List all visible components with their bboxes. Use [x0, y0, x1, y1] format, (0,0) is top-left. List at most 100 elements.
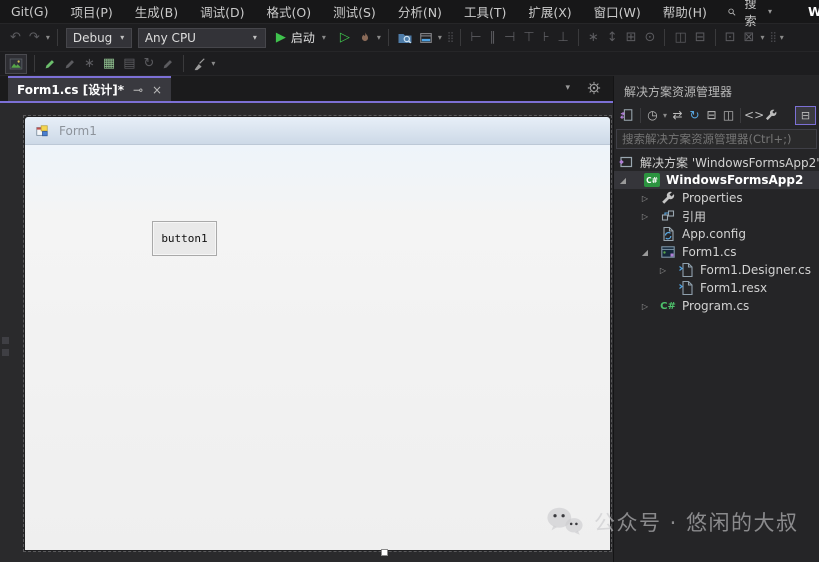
toolbar-grip[interactable]: ⣿: [766, 32, 777, 43]
chevron-down-icon: ▾: [252, 33, 257, 42]
folder-view-toggle[interactable]: ⊟: [795, 105, 816, 125]
designer-canvas[interactable]: Form1 button1: [0, 103, 613, 562]
menu-window[interactable]: 窗口(W): [583, 0, 652, 24]
export-grid-icon[interactable]: ▤: [119, 57, 139, 70]
undo-icon[interactable]: ↶: [6, 31, 25, 44]
broom-icon[interactable]: [192, 57, 206, 71]
solution-search-input[interactable]: [617, 132, 816, 146]
toolbar-overflow-icon[interactable]: ▾: [778, 33, 786, 42]
tree-item-references[interactable]: ▷ 引用: [614, 207, 819, 225]
expander-icon[interactable]: ▷: [638, 212, 652, 221]
sync-with-active-document-icon[interactable]: [620, 108, 634, 122]
menu-extensions[interactable]: 扩展(X): [517, 0, 582, 24]
menu-help[interactable]: 帮助(H): [652, 0, 718, 24]
vertical-spacing-icon[interactable]: ⊟: [691, 31, 710, 44]
splitter-grip[interactable]: [2, 349, 9, 356]
expander-icon[interactable]: ▷: [656, 266, 670, 275]
main-area: Form1.cs [设计]* ⊸ × ▾ Form1 button1 解决方案资…: [0, 76, 819, 562]
hot-reload-icon[interactable]: [358, 31, 372, 45]
designer-button1[interactable]: button1: [152, 221, 217, 256]
chevron-down-icon: ▾: [767, 7, 772, 16]
expander-icon[interactable]: ◢: [638, 248, 652, 257]
platform-dropdown[interactable]: Any CPU ▾: [137, 27, 266, 48]
expander-icon[interactable]: ▷: [638, 194, 652, 203]
expander-icon[interactable]: ◢: [616, 176, 630, 185]
align-tops-icon[interactable]: ⊤: [519, 31, 538, 44]
align-centers-icon[interactable]: ∥: [486, 31, 501, 44]
live-edit-pen-icon[interactable]: [43, 57, 57, 71]
play-icon: ▶: [275, 30, 286, 45]
refresh-icon[interactable]: ↻: [686, 109, 703, 121]
burst-icon[interactable]: ∗: [80, 57, 99, 70]
form-resize-handle[interactable]: [381, 549, 388, 556]
menu-format[interactable]: 格式(O): [256, 0, 323, 24]
splitter-grip[interactable]: [2, 337, 9, 344]
make-same-height-icon[interactable]: ↕: [603, 31, 622, 44]
toolbar-grip[interactable]: ⣿: [444, 32, 455, 43]
toolbar-overflow-icon[interactable]: ▾: [209, 59, 217, 68]
gear-icon[interactable]: [587, 81, 601, 95]
align-rights-icon[interactable]: ⊣: [500, 31, 519, 44]
close-icon[interactable]: ×: [152, 83, 162, 97]
filter-dropdown-icon[interactable]: ▾: [661, 111, 669, 120]
redo-icon[interactable]: ↷: [25, 31, 44, 44]
solution-search-box[interactable]: [616, 129, 817, 149]
solution-window-icon[interactable]: [419, 31, 433, 45]
tree-item-programcs[interactable]: ▷ C# Program.cs: [614, 297, 819, 315]
show-all-files-icon[interactable]: <>: [744, 109, 764, 121]
align-bottoms-icon[interactable]: ⊥: [553, 31, 572, 44]
toolbar-overflow-icon[interactable]: ▾: [758, 33, 766, 42]
start-debugging-button[interactable]: ▶ 启动 ▾: [269, 27, 335, 49]
designed-form[interactable]: Form1 button1: [25, 117, 610, 550]
align-lefts-icon[interactable]: ⊢: [466, 31, 485, 44]
send-to-back-icon[interactable]: ⊠: [740, 31, 759, 44]
edit-pen-icon[interactable]: [63, 57, 77, 71]
menu-git[interactable]: Git(G): [0, 1, 60, 22]
configuration-dropdown[interactable]: Debug ▾: [65, 27, 132, 48]
tree-item-project[interactable]: ◢ C# WindowsFormsApp2: [614, 171, 819, 189]
collapse-all-icon[interactable]: ⊟: [703, 109, 720, 121]
horizontal-spacing-icon[interactable]: ◫: [670, 31, 690, 44]
find-in-files-icon[interactable]: [397, 30, 413, 46]
panel-title: 解决方案资源管理器: [624, 85, 733, 99]
run-grid-icon[interactable]: ▦: [99, 57, 119, 70]
menu-test[interactable]: 测试(S): [322, 0, 387, 24]
menu-build[interactable]: 生成(B): [124, 0, 189, 24]
divider: [387, 29, 389, 46]
pin-icon[interactable]: ⊸: [133, 83, 143, 97]
locked-pen-icon[interactable]: [161, 57, 175, 71]
pending-changes-filter-icon[interactable]: ◷: [644, 109, 661, 121]
properties-wrench-icon[interactable]: [764, 108, 778, 122]
preview-selected-items-icon[interactable]: ◫: [720, 109, 737, 121]
hot-reload-dropdown-icon[interactable]: ▾: [375, 33, 383, 42]
image-tool-button[interactable]: [5, 53, 27, 74]
start-without-debugging-button[interactable]: ▷: [335, 30, 355, 45]
search-button[interactable]: 搜索 ▾: [718, 0, 780, 31]
tree-item-form1designercs[interactable]: ▷ Form1.Designer.cs: [614, 261, 819, 279]
tree-item-appconfig[interactable]: App.config: [614, 225, 819, 243]
active-files-dropdown-icon[interactable]: ▾: [563, 83, 572, 93]
make-same-width-icon[interactable]: ∗: [584, 31, 603, 44]
menu-tools[interactable]: 工具(T): [453, 0, 517, 24]
menu-analyze[interactable]: 分析(N): [387, 0, 453, 24]
switch-views-icon[interactable]: ⇄: [669, 109, 686, 121]
designer-toolbar: ∗ ▦ ▤ ↻ ▾: [0, 52, 819, 76]
zoom-icon[interactable]: ⊙: [641, 31, 660, 44]
tree-item-properties[interactable]: ▷ Properties: [614, 189, 819, 207]
refresh-icon[interactable]: ↻: [140, 57, 159, 70]
bring-to-front-icon[interactable]: ⊡: [721, 31, 740, 44]
tree-item-form1resx[interactable]: Form1.resx: [614, 279, 819, 297]
search-icon: [727, 5, 737, 19]
make-same-size-icon[interactable]: ⊞: [622, 31, 641, 44]
redo-dropdown-icon[interactable]: ▾: [44, 33, 52, 42]
tab-strip: Form1.cs [设计]* ⊸ × ▾: [0, 76, 613, 103]
form-client-area[interactable]: button1: [25, 145, 610, 550]
tab-form1-designer[interactable]: Form1.cs [设计]* ⊸ ×: [8, 76, 172, 101]
align-middles-icon[interactable]: ⊦: [539, 31, 554, 44]
tree-item-form1cs[interactable]: ◢ Form1.cs: [614, 243, 819, 261]
chevron-down-icon[interactable]: ▾: [436, 33, 444, 42]
menu-debug[interactable]: 调试(D): [189, 0, 255, 24]
tree-item-solution[interactable]: 解决方案 'WindowsFormsApp2' (1: [614, 153, 819, 171]
expander-icon[interactable]: ▷: [638, 302, 652, 311]
menu-project[interactable]: 项目(P): [60, 0, 124, 24]
